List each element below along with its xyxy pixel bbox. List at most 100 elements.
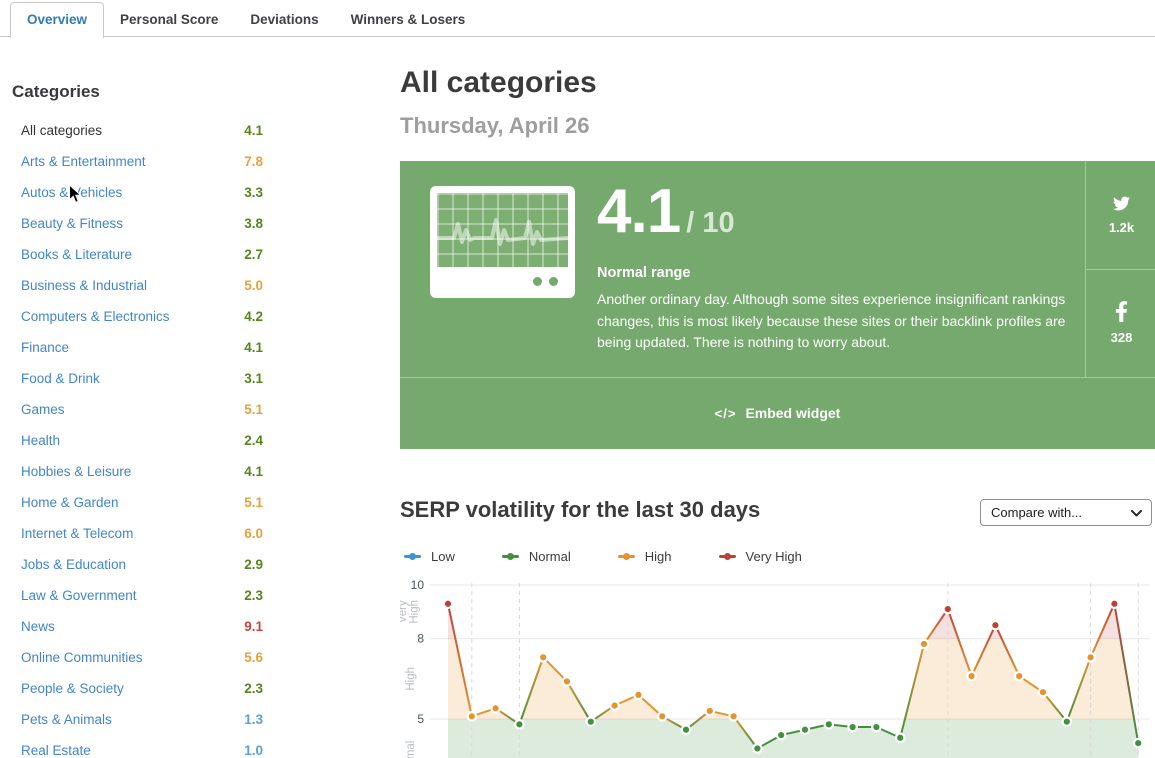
category-label[interactable]: Pets & Animals [21,712,112,727]
chart-legend: LowNormalHighVery High [404,549,849,564]
sidebar-item-online-communities[interactable]: Online Communities 5.6 [0,642,263,673]
svg-text:10: 10 [411,578,425,592]
sidebar-item-real-estate[interactable]: Real Estate 1.0 [0,735,263,758]
score-card-body: 4.1/ 10 Normal range Another ordinary da… [400,161,1155,378]
twitter-icon [1111,195,1132,212]
category-score: 2.4 [244,433,263,448]
score-info: 4.1/ 10 Normal range Another ordinary da… [575,161,1085,377]
category-label[interactable]: People & Society [21,681,124,696]
category-label[interactable]: Online Communities [21,650,143,665]
category-label[interactable]: Real Estate [21,743,91,758]
category-label[interactable]: Arts & Entertainment [21,154,146,169]
category-score: 4.1 [244,123,263,138]
tab-list: OverviewPersonal ScoreDeviationsWinners … [0,0,1155,37]
legend-item-high: High [618,549,672,564]
category-score: 3.3 [244,185,263,200]
category-label[interactable]: Hobbies & Leisure [21,464,131,479]
tab-bar: OverviewPersonal ScoreDeviationsWinners … [0,0,1155,37]
category-score: 3.1 [244,371,263,386]
category-label[interactable]: Internet & Telecom [21,526,133,541]
tab-deviations[interactable]: Deviations [234,3,334,37]
category-score: 2.3 [244,681,263,696]
category-label[interactable]: Jobs & Education [21,557,126,572]
category-score: 2.7 [244,247,263,262]
main-content: All categories Thursday, April 26 4.1/ 1… [400,37,1155,758]
score-description: Another ordinary day. Although some site… [597,289,1077,354]
sidebar-item-law-government[interactable]: Law & Government 2.3 [0,580,263,611]
svg-text:Normal: Normal [405,741,417,758]
sidebar-item-finance[interactable]: Finance4.1 [0,332,263,363]
sidebar-item-pets-animals[interactable]: Pets & Animals1.3 [0,704,263,735]
category-score: 2.3 [244,588,263,603]
sidebar-item-arts-entertainment[interactable]: Arts & Entertainment7.8 [0,146,263,177]
legend-label: High [645,549,672,564]
sidebar-item-business-industrial[interactable]: Business & Industrial 5.0 [0,270,263,301]
category-label[interactable]: Law & Government [21,588,137,603]
svg-text:8: 8 [417,632,424,646]
sidebar-item-jobs-education[interactable]: Jobs & Education2.9 [0,549,263,580]
category-label[interactable]: Health [21,433,60,448]
category-score: 5.6 [244,650,263,665]
volatility-score-card: 4.1/ 10 Normal range Another ordinary da… [400,161,1155,449]
twitter-share-button[interactable]: 1.2k [1086,161,1155,270]
sidebar-item-games[interactable]: Games5.1 [0,394,263,425]
category-label[interactable]: Food & Drink [21,371,100,386]
sidebar-item-health[interactable]: Health 2.4 [0,425,263,456]
chevron-down-icon [1131,510,1142,517]
category-label[interactable]: Games [21,402,65,417]
svg-text:5: 5 [417,712,424,726]
legend-marker-icon [404,555,421,558]
sidebar-item-food-drink[interactable]: Food & Drink 3.1 [0,363,263,394]
tab-personal-score[interactable]: Personal Score [104,3,234,37]
volatility-chart[interactable]: 1085VeryHighHighNormalLow [400,575,1155,758]
sidebar-item-beauty-fitness[interactable]: Beauty & Fitness3.8 [0,208,263,239]
svg-text:High: High [405,667,417,691]
compare-with-select[interactable]: Compare with... [980,499,1152,526]
page-date: Thursday, April 26 [400,113,590,139]
sidebar-item-all-categories[interactable]: All categories 4.1 [0,115,263,146]
share-column: 1.2k 328 [1085,161,1155,377]
category-score: 5.0 [244,278,263,293]
category-label[interactable]: Business & Industrial [21,278,147,293]
sidebar-item-hobbies-leisure[interactable]: Hobbies & Leisure 4.1 [0,456,263,487]
sidebar-item-internet-telecom[interactable]: Internet & Telecom 6.0 [0,518,263,549]
category-label[interactable]: Books & Literature [21,247,132,262]
score-value: 4.1 [597,177,680,246]
tab-winners-losers[interactable]: Winners & Losers [335,3,482,37]
serp-section-title: SERP volatility for the last 30 days [400,497,760,523]
category-label[interactable]: Home & Garden [21,495,119,510]
legend-label: Low [431,549,455,564]
category-label[interactable]: Computers & Electronics [21,309,170,324]
category-label[interactable]: Finance [21,340,69,355]
category-score: 4.2 [244,309,263,324]
sidebar-item-news[interactable]: News 9.1 [0,611,263,642]
tab-overview[interactable]: Overview [10,2,104,38]
legend-marker-icon [502,555,519,558]
compare-with-value: Compare with... [991,505,1082,520]
sidebar-item-home-garden[interactable]: Home & Garden 5.1 [0,487,263,518]
embed-widget-button[interactable]: </> Embed widget [400,378,1155,448]
code-icon: </> [715,406,737,421]
sidebar-item-autos-vehicles[interactable]: Autos & Vehicles 3.3 [0,177,263,208]
legend-item-low: Low [404,549,455,564]
category-score: 9.1 [244,619,263,634]
category-score: 5.1 [244,495,263,510]
sidebar-item-books-literature[interactable]: Books & Literature 2.7 [0,239,263,270]
page-title: All categories [400,66,597,100]
sidebar-item-computers-electronics[interactable]: Computers & Electronics 4.2 [0,301,263,332]
share-count: 1.2k [1109,220,1134,235]
categories-sidebar: Categories All categories4.1Arts & Enter… [0,37,400,758]
category-score: 6.0 [244,526,263,541]
category-list: All categories 4.1 Arts & Entertainment7.8… [0,115,400,758]
category-score: 1.0 [244,743,263,758]
facebook-share-button[interactable]: 328 [1086,270,1155,378]
svg-text:VeryHigh: VeryHigh [400,600,421,624]
category-label[interactable]: News [21,619,55,634]
sidebar-item-people-society[interactable]: People & Society 2.3 [0,673,263,704]
category-label[interactable]: Beauty & Fitness [21,216,123,231]
legend-label: Very High [746,549,802,564]
category-label[interactable]: All categories [21,123,102,138]
category-score: 4.1 [244,464,263,479]
ecg-monitor-icon [430,186,575,298]
category-label[interactable]: Autos & Vehicles [21,185,122,200]
